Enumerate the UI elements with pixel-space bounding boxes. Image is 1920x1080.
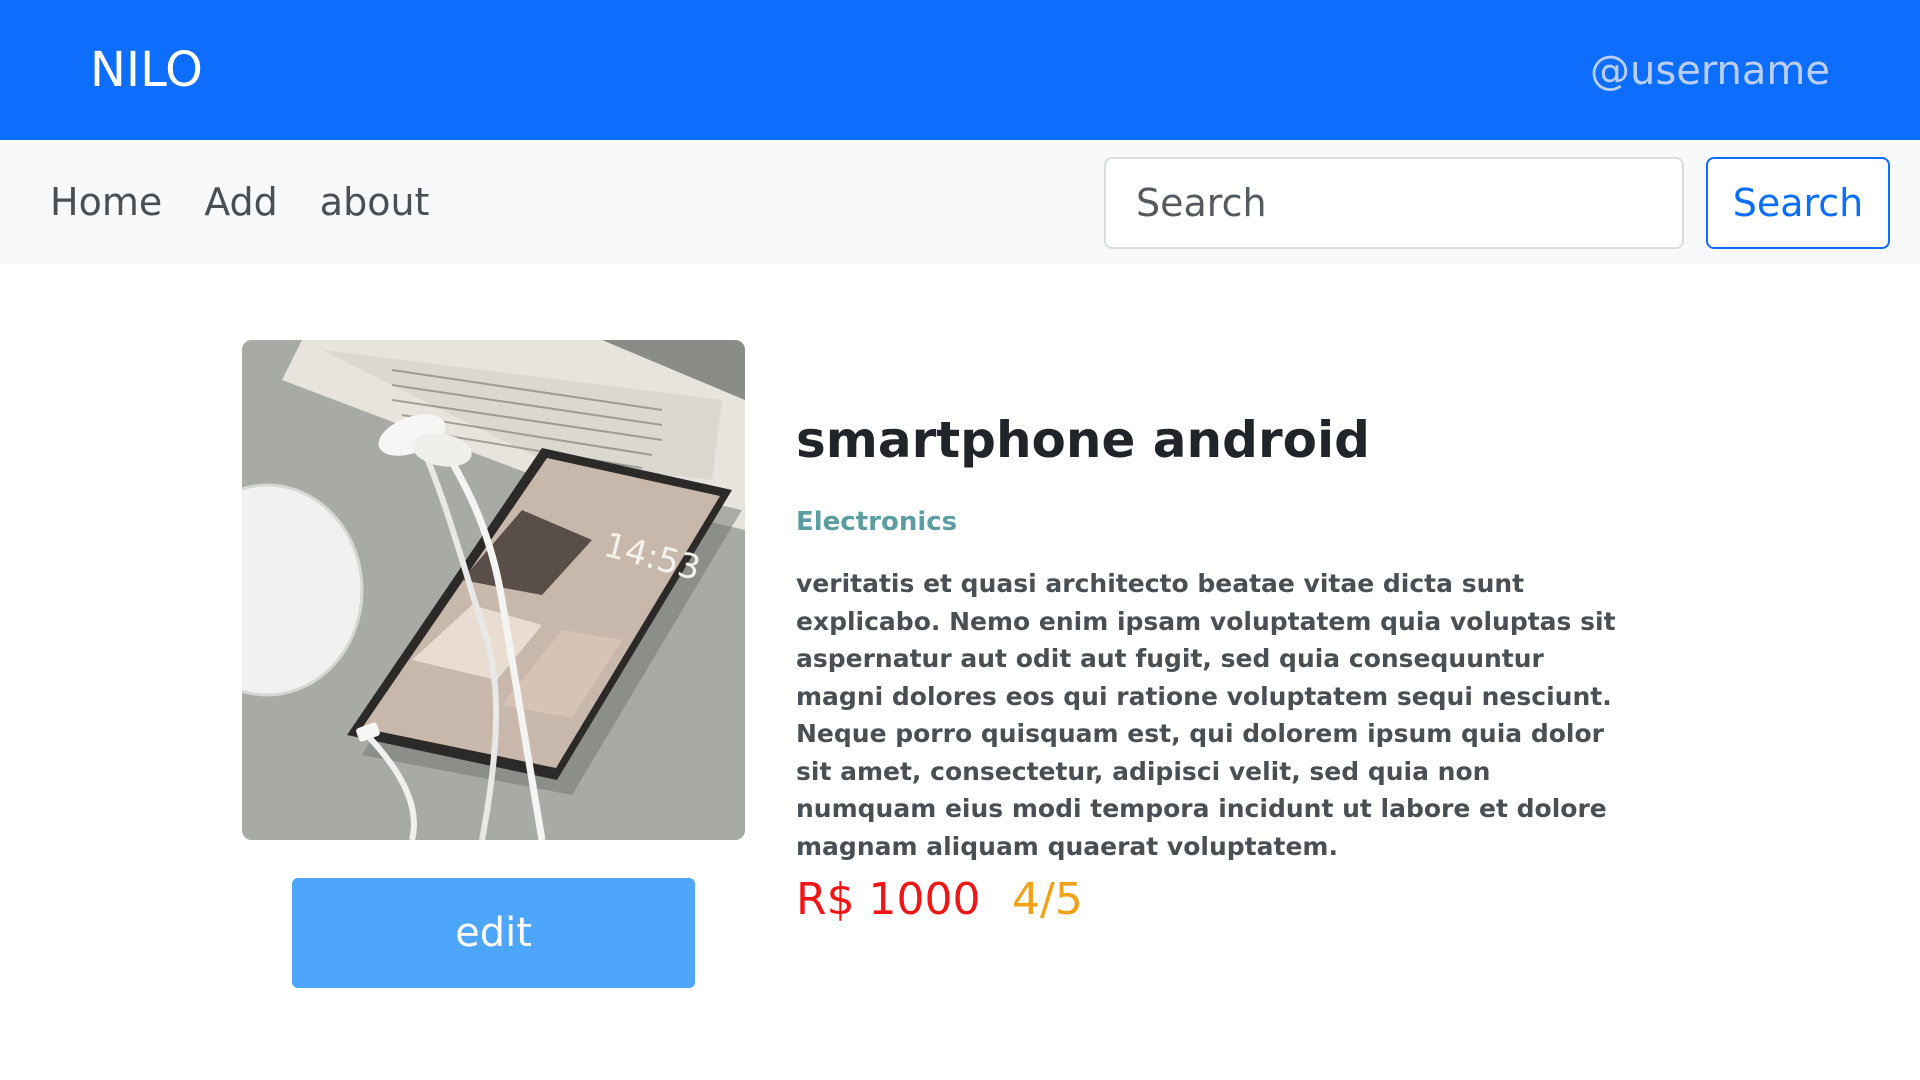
search-button[interactable]: Search [1706,157,1890,249]
smartphone-with-earphones-photo: 14:53 [242,340,745,840]
brand-logo[interactable]: NILO [90,42,203,98]
product-title: smartphone android [796,411,1370,469]
nav-links: Home Add about [50,140,429,264]
product-category: Electronics [796,507,958,537]
search-input[interactable] [1104,157,1684,249]
product-image: 14:53 [242,340,745,840]
nav-link-home[interactable]: Home [50,180,162,224]
nav-link-about[interactable]: about [320,180,430,224]
product-rating: 4/5 [1012,874,1083,925]
edit-button[interactable]: edit [292,878,695,988]
product-price: R$ 1000 [796,874,981,925]
top-header: NILO @username [0,0,1920,140]
username-label[interactable]: @username [1590,46,1830,96]
nav-link-add[interactable]: Add [204,180,278,224]
product-description: veritatis et quasi architecto beatae vit… [796,569,1616,861]
